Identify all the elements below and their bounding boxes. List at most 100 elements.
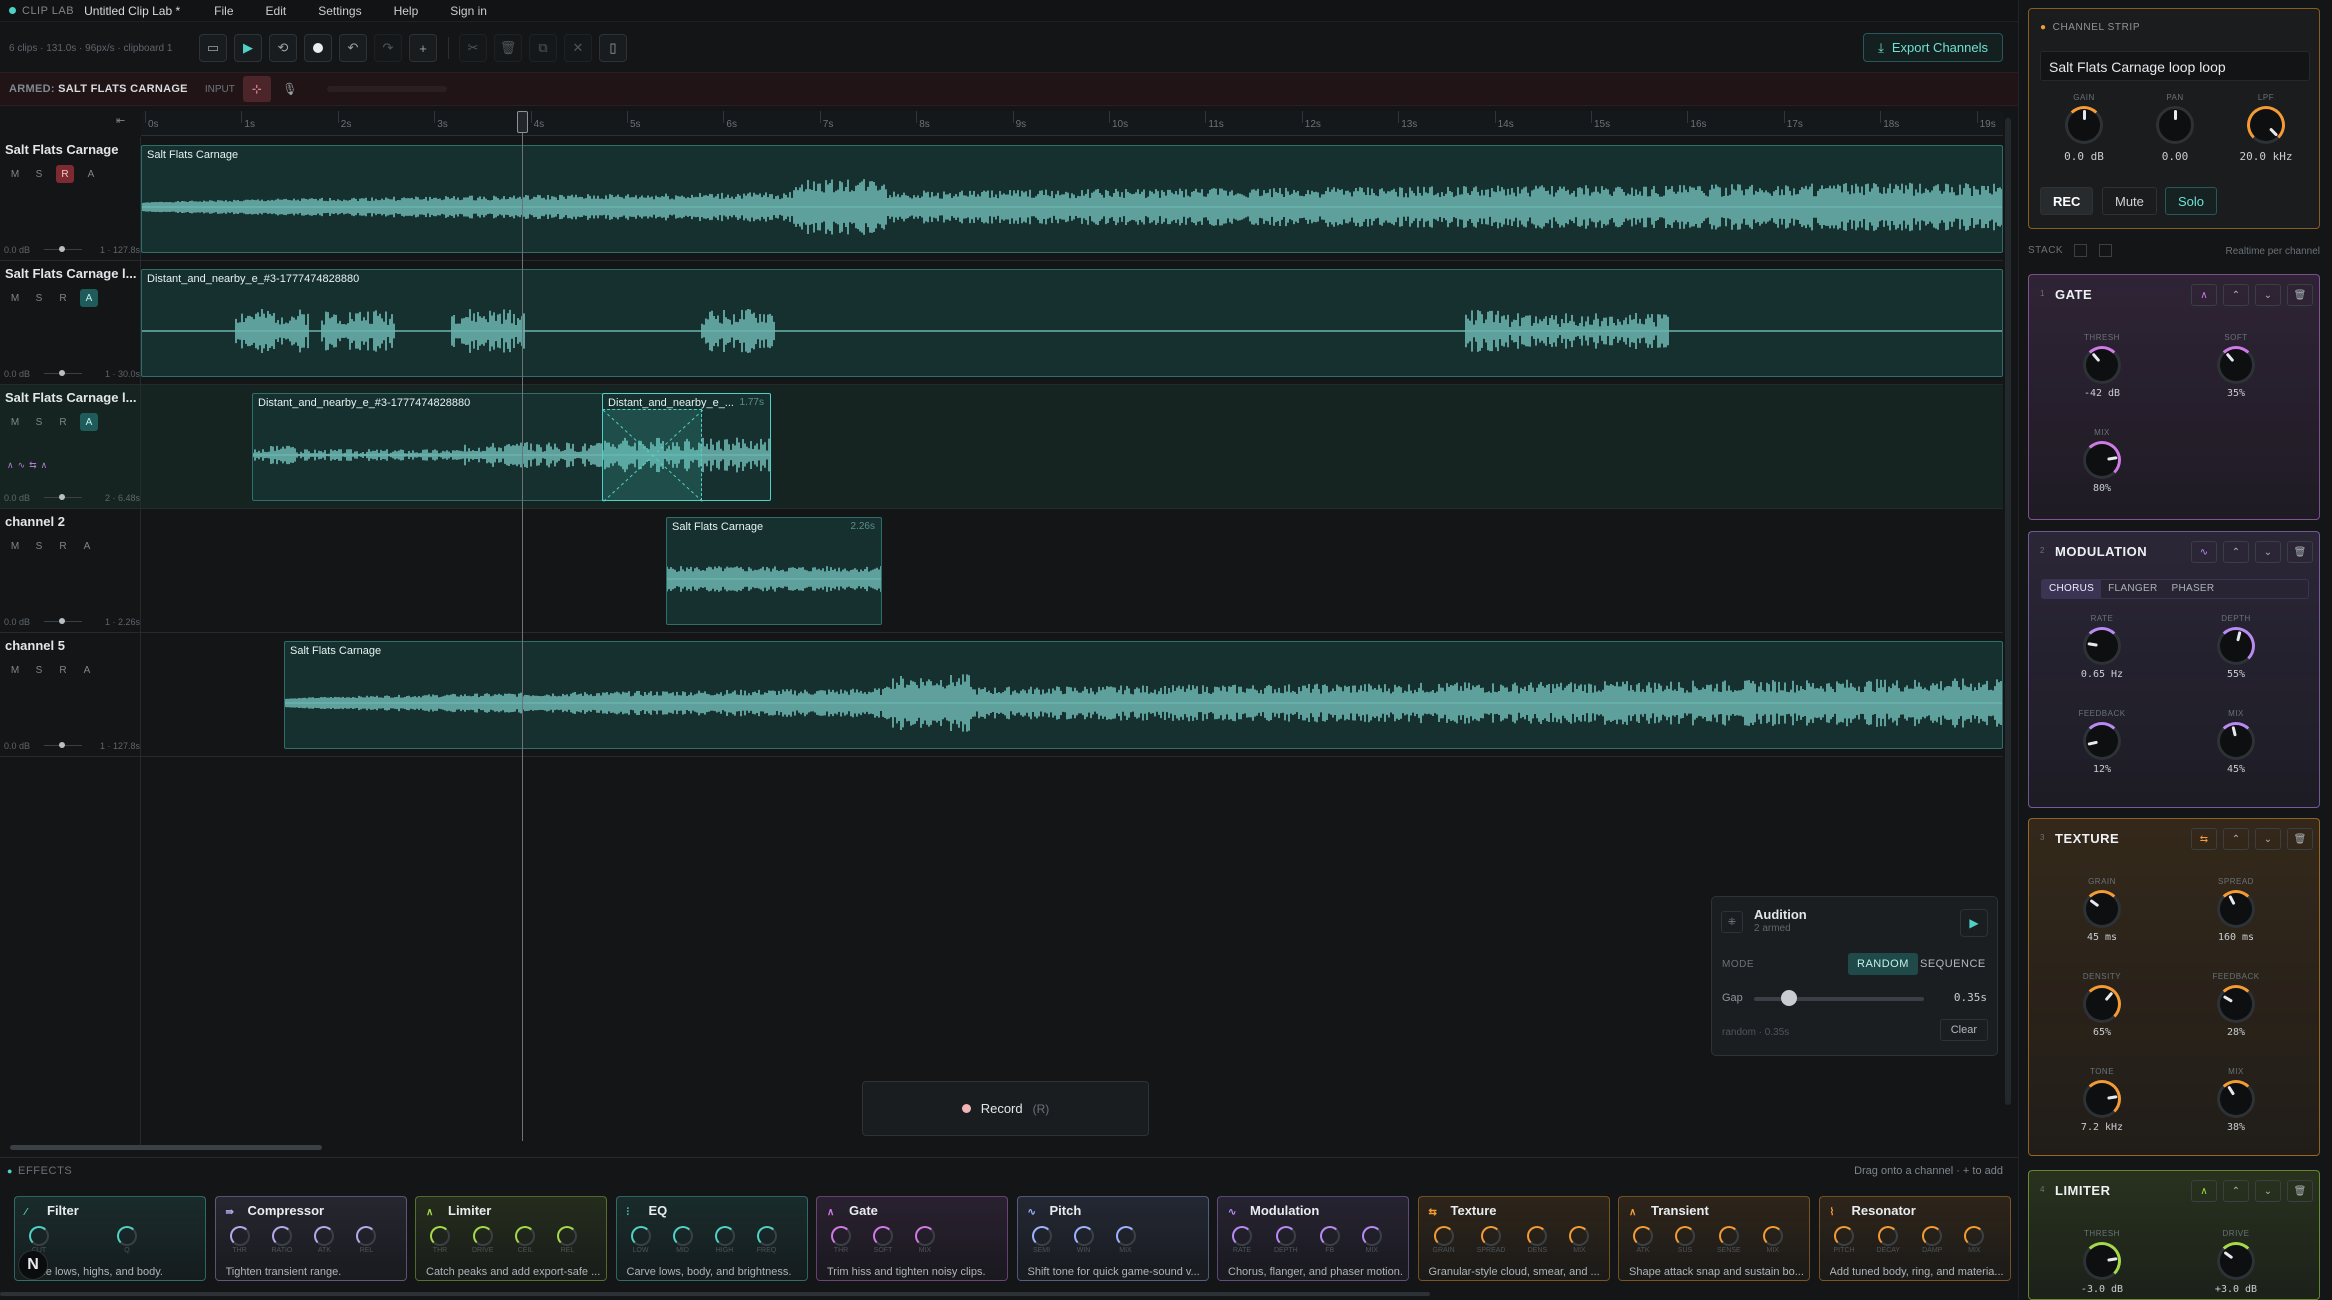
move-down-button[interactable]: ⌄	[2255, 541, 2281, 563]
effect-knob[interactable]: MID	[672, 1226, 693, 1254]
effect-knob[interactable]: SENSE	[1717, 1226, 1741, 1254]
record-arm-button[interactable]: R	[56, 537, 70, 555]
effects-scrollbar[interactable]	[0, 1292, 1430, 1296]
gain-slider-handle[interactable]	[59, 618, 65, 624]
param-knob[interactable]	[2217, 1242, 2255, 1280]
effect-card-compressor[interactable]: ⇛ Compressor THR RATIO ATK REL Tighten transie…	[214, 1196, 407, 1281]
gain-slider-handle[interactable]	[59, 246, 65, 252]
remove-module-button[interactable]: 🗑	[2287, 284, 2313, 306]
cut-button[interactable]: ✕	[564, 34, 592, 62]
track-header[interactable]: channel 2 MSRA 0.0 dB 1 · 2.26s	[0, 509, 141, 633]
effect-knob[interactable]: DAMP	[1922, 1226, 1942, 1254]
tab-chorus[interactable]: CHORUS	[2042, 580, 2102, 598]
gap-slider-track[interactable]	[1754, 997, 1924, 1001]
param-knob[interactable]	[2083, 627, 2121, 665]
mute-button[interactable]: M	[8, 413, 22, 431]
add-channel-button[interactable]: +	[409, 34, 437, 62]
effect-card-gate[interactable]: ∧ Gate THR SOFT MIX Trim hiss and tighten noi…	[816, 1196, 1008, 1281]
record-button[interactable]: Record (R)	[862, 1081, 1149, 1136]
effect-knob[interactable]: REL	[557, 1226, 578, 1254]
effect-card-limiter[interactable]: ∧ Limiter THR DRIVE CEIL REL Catch peaks and a…	[415, 1196, 607, 1281]
effect-knob[interactable]: SEMI	[1031, 1226, 1052, 1254]
solo-button[interactable]: S	[32, 165, 46, 183]
effect-card-eq[interactable]: ⫶ EQ LOW MID HIGH FREQ Carve lows, body, and b…	[615, 1196, 808, 1281]
effect-knob[interactable]: RATIO	[272, 1226, 292, 1254]
param-knob[interactable]	[2083, 985, 2121, 1023]
effect-knob[interactable]: MIX	[1361, 1226, 1382, 1254]
clear-button[interactable]: Clear	[1939, 1019, 1988, 1041]
effect-knob[interactable]: GRAIN	[1433, 1226, 1455, 1254]
track-header[interactable]: Salt Flats Carnage l... MSRA 0.0 dB 1 · 3…	[0, 261, 141, 385]
move-down-button[interactable]: ⌄	[2255, 284, 2281, 306]
effect-card-modulation[interactable]: ∿ Modulation RATE DEPTH FB MIX Chorus, flanger…	[1217, 1196, 1409, 1281]
effect-knob[interactable]: HIGH	[714, 1226, 735, 1254]
track-header[interactable]: channel 5 MSRA 0.0 dB 1 · 127.8s	[0, 633, 141, 757]
module-bypass-button[interactable]: ∿	[2191, 541, 2217, 563]
mute-button[interactable]: M	[8, 289, 22, 307]
menu-settings[interactable]: Settings	[318, 4, 361, 18]
channel-name-field[interactable]: Salt Flats Carnage loop loop	[2040, 51, 2310, 81]
audio-clip[interactable]: Distant_and_nearby_e_#3-1777474828880	[141, 269, 2003, 377]
crossfade-region[interactable]	[602, 409, 704, 503]
effect-card-resonator[interactable]: ⌇ Resonator PITCH DECAY DAMP MIX Add tuned bod…	[1818, 1196, 2011, 1281]
record-arm-button[interactable]: R	[56, 661, 70, 679]
param-knob[interactable]	[2083, 1242, 2121, 1280]
stack-load-icon[interactable]	[2098, 244, 2112, 257]
mute-button[interactable]: M	[8, 537, 22, 555]
audition-button[interactable]: A	[80, 537, 94, 555]
gap-slider-thumb[interactable]	[1781, 990, 1797, 1006]
remove-module-button[interactable]: 🗑	[2287, 541, 2313, 563]
track-header[interactable]: Salt Flats Carnage l... MSRA ∧∿⇆∧ 0.0 dB…	[0, 385, 141, 509]
effect-knob[interactable]: WIN	[1073, 1226, 1094, 1254]
menu-file[interactable]: File	[214, 4, 233, 18]
mode-random-button[interactable]: RANDOM	[1848, 953, 1918, 975]
effect-card-pitch[interactable]: ∿ Pitch SEMI WIN MIX Shift tone for quick gam…	[1016, 1196, 1209, 1281]
effect-knob[interactable]: SOFT	[873, 1226, 893, 1254]
module-bypass-button[interactable]: ⇆	[2191, 828, 2217, 850]
module-bypass-button[interactable]: ∧	[2191, 1180, 2217, 1202]
tab-phaser[interactable]: PHASER	[2164, 580, 2221, 598]
remove-module-button[interactable]: 🗑	[2287, 828, 2313, 850]
move-down-button[interactable]: ⌄	[2255, 1180, 2281, 1202]
effect-knob[interactable]: SUS	[1675, 1226, 1695, 1254]
audio-clip[interactable]: Salt Flats Carnage 2.26s	[666, 517, 882, 625]
effect-knob[interactable]: FREQ	[756, 1226, 777, 1254]
gain-slider-handle[interactable]	[59, 494, 65, 500]
record-arm-button[interactable]: R	[56, 289, 70, 307]
audition-play-button[interactable]: ▶	[1960, 909, 1988, 937]
playhead-handle[interactable]	[517, 111, 528, 133]
stack-save-icon[interactable]	[2074, 244, 2088, 257]
timeline-ruler[interactable]: 0s 1s 2s 3s 4s 5s 6s 7s 8s 9s 10s 11s 12s 13s 14s 15s 16…	[141, 111, 2003, 136]
effect-knob[interactable]: DRIVE	[472, 1226, 493, 1254]
effect-knob[interactable]: REL	[356, 1226, 377, 1254]
audition-button[interactable]: A	[80, 413, 98, 431]
ruler-home-button[interactable]: ⇤	[116, 114, 125, 127]
split-button[interactable]: ✂	[459, 34, 487, 62]
menu-sign-in[interactable]: Sign in	[450, 4, 487, 18]
param-knob[interactable]	[2083, 722, 2121, 760]
audition-button[interactable]: A	[80, 289, 98, 307]
effect-knob[interactable]: MIX	[915, 1226, 935, 1254]
param-knob[interactable]	[2083, 346, 2121, 384]
record-arm-button[interactable]: R	[56, 165, 74, 183]
import-button[interactable]: ▭	[199, 34, 227, 62]
vertical-scrollbar[interactable]	[2005, 118, 2011, 1105]
menu-edit[interactable]: Edit	[266, 4, 287, 18]
param-knob[interactable]	[2083, 1080, 2121, 1118]
effect-knob[interactable]: MIX	[1964, 1226, 1985, 1254]
effect-knob[interactable]: FB	[1319, 1226, 1340, 1254]
mute-button[interactable]: M	[8, 165, 22, 183]
audition-button[interactable]: A	[84, 165, 98, 183]
move-up-button[interactable]: ⌃	[2223, 284, 2249, 306]
gain-slider-handle[interactable]	[59, 370, 65, 376]
record-toggle-button[interactable]	[304, 34, 332, 62]
effect-knob[interactable]: PITCH	[1834, 1226, 1855, 1254]
audio-clip[interactable]: Distant_and_nearby_e_#3-1777474828880	[252, 393, 603, 501]
redo-button[interactable]: ↷	[374, 34, 402, 62]
param-knob[interactable]	[2217, 722, 2255, 760]
effect-knob[interactable]: DECAY	[1877, 1226, 1900, 1254]
effect-card-texture[interactable]: ⇆ Texture GRAIN SPREAD DENS MIX Granular-style…	[1417, 1196, 1610, 1281]
effect-knob[interactable]: ATK	[314, 1226, 335, 1254]
param-knob[interactable]	[2217, 346, 2255, 384]
pan-knob[interactable]	[2156, 106, 2194, 144]
